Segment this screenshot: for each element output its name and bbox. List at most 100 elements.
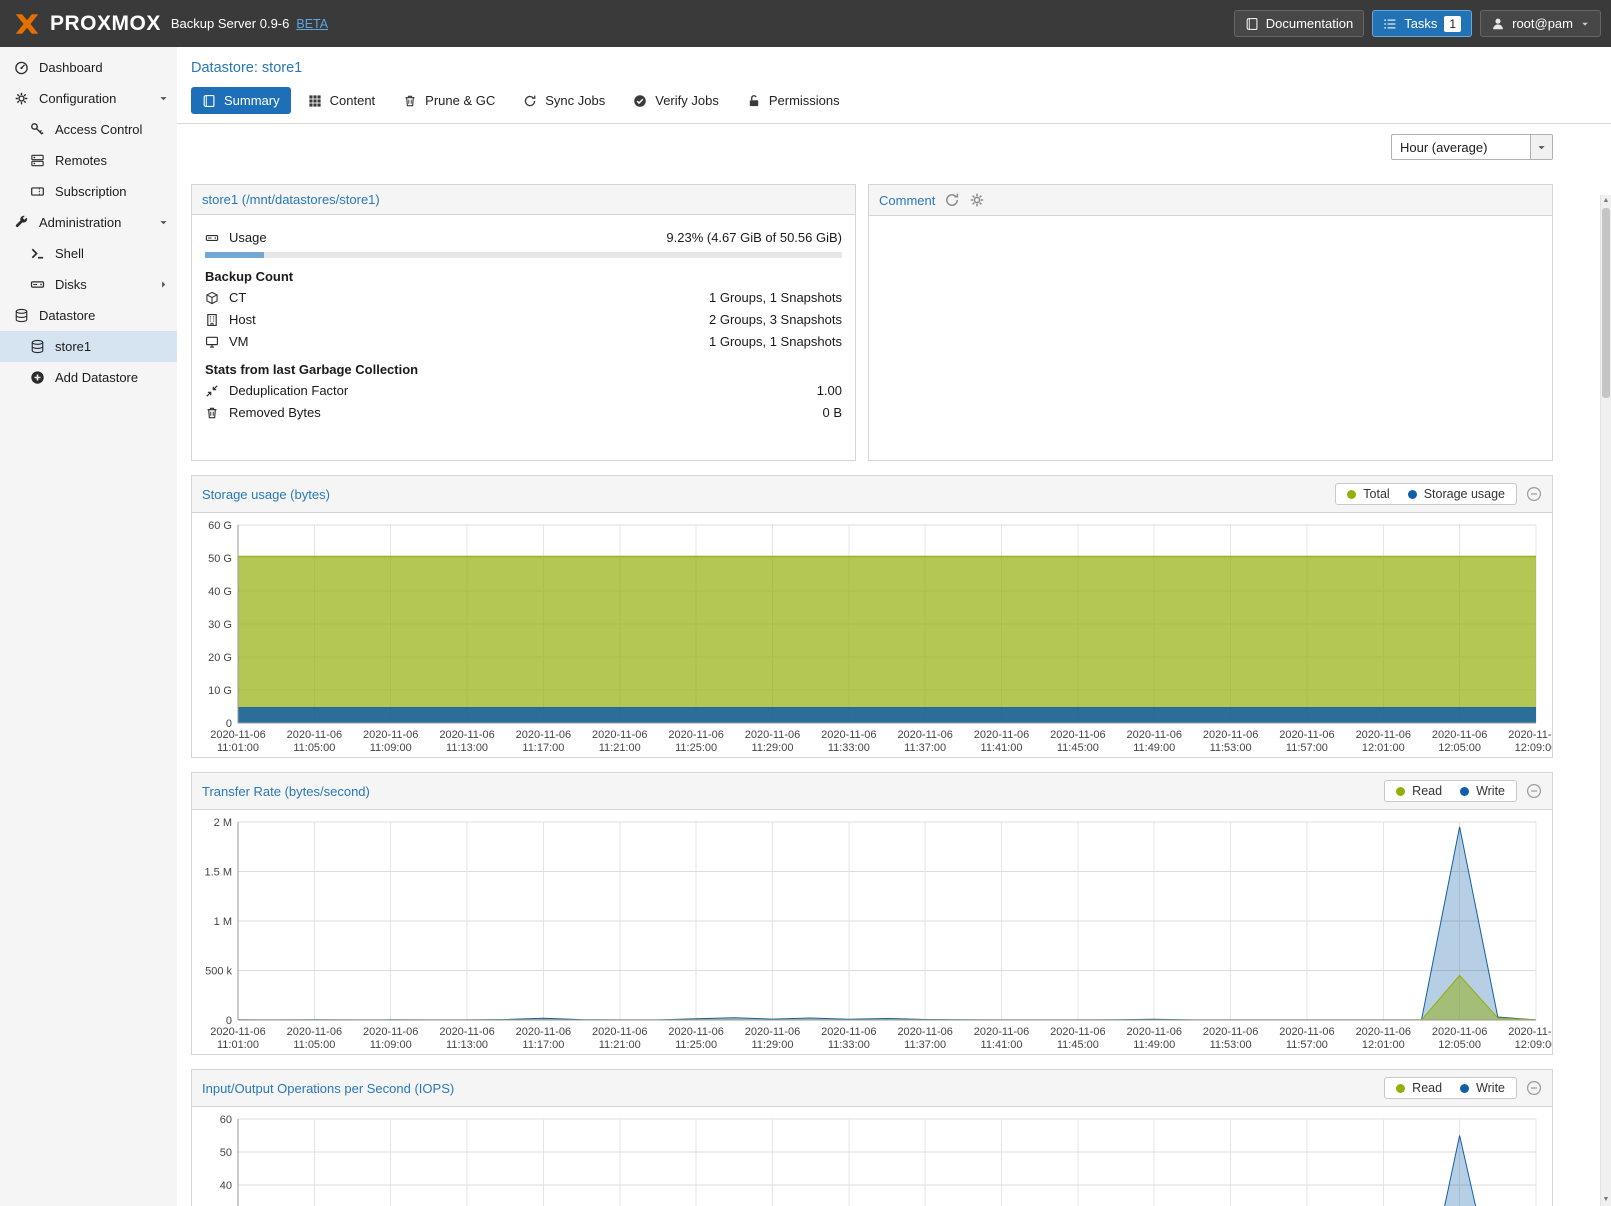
dedup-value: 1.00 bbox=[817, 383, 842, 398]
grid-icon bbox=[308, 94, 322, 108]
svg-text:2020-11-06: 2020-11-06 bbox=[592, 729, 647, 741]
chevron-down-icon[interactable] bbox=[158, 93, 169, 104]
svg-text:50: 50 bbox=[220, 1147, 232, 1159]
tab-permissions[interactable]: Permissions bbox=[736, 87, 851, 114]
svg-text:2020-11-06: 2020-11-06 bbox=[1127, 729, 1182, 741]
svg-text:2020-11-06: 2020-11-06 bbox=[439, 1026, 494, 1038]
vm-value: 1 Groups, 1 Snapshots bbox=[709, 334, 842, 349]
user-label: root@pam bbox=[1512, 16, 1573, 31]
svg-text:2020-11-06: 2020-11-06 bbox=[287, 1026, 342, 1038]
svg-text:12:09:00: 12:09:00 bbox=[1515, 742, 1552, 754]
vertical-scrollbar[interactable]: ▲ ▼ bbox=[1600, 195, 1611, 1206]
refresh-icon[interactable] bbox=[944, 192, 960, 208]
svg-text:11:17:00: 11:17:00 bbox=[522, 742, 564, 754]
svg-text:2020-11-06: 2020-11-06 bbox=[287, 729, 342, 741]
key-icon bbox=[30, 122, 46, 137]
svg-text:2020-11-06: 2020-11-06 bbox=[1050, 1026, 1105, 1038]
legend-item-read[interactable]: Read bbox=[1396, 1081, 1442, 1095]
tab-prune-gc[interactable]: Prune & GC bbox=[392, 87, 506, 114]
svg-text:11:05:00: 11:05:00 bbox=[293, 742, 335, 754]
sidebar-item-remotes[interactable]: Remotes bbox=[0, 145, 177, 176]
tasks-button[interactable]: Tasks 1 bbox=[1372, 10, 1472, 37]
legend-item-total[interactable]: Total bbox=[1347, 487, 1389, 501]
brand-text: PROXMOX bbox=[50, 12, 161, 36]
host-value: 2 Groups, 3 Snapshots bbox=[709, 312, 842, 327]
sidebar-item-label: Configuration bbox=[39, 91, 116, 106]
combo-trigger[interactable] bbox=[1530, 135, 1552, 159]
terminal-icon bbox=[30, 246, 46, 261]
chart-canvas: 0500 k1 M1.5 M2 M2020-11-0611:01:002020-… bbox=[192, 810, 1552, 1054]
chart-svg: 01020304050602020-11-0611:01:002020-11-0… bbox=[192, 1107, 1552, 1206]
chart-legend: Total Storage usage bbox=[1335, 483, 1517, 505]
svg-text:2020-11-06: 2020-11-06 bbox=[1356, 729, 1411, 741]
time-range-select[interactable]: Hour (average) bbox=[1391, 134, 1553, 160]
scroll-up-arrow[interactable]: ▲ bbox=[1601, 195, 1611, 207]
sidebar-item-configuration[interactable]: Configuration bbox=[0, 83, 177, 114]
chevron-right-icon[interactable] bbox=[158, 279, 169, 290]
svg-text:2020-11-06: 2020-11-06 bbox=[363, 729, 418, 741]
svg-text:2020-11-06: 2020-11-06 bbox=[363, 1026, 418, 1038]
chart-svg: 010 G20 G30 G40 G50 G60 G2020-11-0611:01… bbox=[192, 513, 1552, 757]
tab-content[interactable]: Content bbox=[297, 87, 387, 114]
scrollbar-thumb[interactable] bbox=[1602, 208, 1610, 398]
sidebar-item-add-datastore[interactable]: Add Datastore bbox=[0, 362, 177, 393]
svg-text:11:21:00: 11:21:00 bbox=[599, 742, 641, 754]
svg-text:11:41:00: 11:41:00 bbox=[981, 1039, 1023, 1051]
legend-item-write[interactable]: Write bbox=[1460, 1081, 1505, 1095]
svg-text:2020-11-06: 2020-11-06 bbox=[1279, 1026, 1334, 1038]
svg-text:2020-11-06: 2020-11-06 bbox=[1356, 1026, 1411, 1038]
transfer-rate-chart-panel: Transfer Rate (bytes/second) ReadWrite 0… bbox=[191, 772, 1553, 1055]
minus-circle-icon[interactable] bbox=[1526, 783, 1542, 799]
trash-icon bbox=[403, 94, 417, 108]
svg-text:2020-11-06: 2020-11-06 bbox=[1432, 729, 1487, 741]
tab-sync-jobs[interactable]: Sync Jobs bbox=[512, 87, 616, 114]
svg-text:11:57:00: 11:57:00 bbox=[1286, 1039, 1328, 1051]
minus-circle-icon[interactable] bbox=[1526, 486, 1542, 502]
chart-svg: 0500 k1 M1.5 M2 M2020-11-0611:01:002020-… bbox=[192, 810, 1552, 1054]
sidebar-item-shell[interactable]: Shell bbox=[0, 238, 177, 269]
comment-body[interactable] bbox=[869, 216, 1552, 236]
gc-stats-title: Stats from last Garbage Collection bbox=[205, 362, 842, 377]
gear-icon[interactable] bbox=[969, 192, 985, 208]
svg-text:11:01:00: 11:01:00 bbox=[217, 742, 259, 754]
sidebar-item-store1[interactable]: store1 bbox=[0, 331, 177, 362]
tachometer-icon bbox=[14, 60, 30, 75]
legend-item-write[interactable]: Write bbox=[1460, 784, 1505, 798]
removed-bytes-value: 0 B bbox=[822, 405, 842, 420]
chart-canvas: 01020304050602020-11-0611:01:002020-11-0… bbox=[192, 1107, 1552, 1206]
legend-item-storage-usage[interactable]: Storage usage bbox=[1408, 487, 1505, 501]
building-icon bbox=[205, 313, 221, 327]
comment-panel: Comment bbox=[868, 184, 1553, 461]
tasks-label: Tasks bbox=[1404, 16, 1437, 31]
beta-link[interactable]: BETA bbox=[296, 17, 328, 31]
svg-text:50 G: 50 G bbox=[208, 553, 232, 565]
user-menu-button[interactable]: root@pam bbox=[1480, 10, 1601, 37]
book-icon bbox=[1245, 17, 1259, 31]
sidebar-item-access-control[interactable]: Access Control bbox=[0, 114, 177, 145]
cube-icon bbox=[205, 291, 221, 305]
documentation-button[interactable]: Documentation bbox=[1234, 10, 1364, 37]
tab-summary[interactable]: Summary bbox=[191, 87, 291, 114]
sidebar-item-subscription[interactable]: Subscription bbox=[0, 176, 177, 207]
sidebar-item-dashboard[interactable]: Dashboard bbox=[0, 52, 177, 83]
legend-item-read[interactable]: Read bbox=[1396, 784, 1442, 798]
app-header: PROXMOX Backup Server 0.9-6 BETA Documen… bbox=[0, 0, 1611, 47]
sidebar-item-datastore[interactable]: Datastore bbox=[0, 300, 177, 331]
svg-text:11:01:00: 11:01:00 bbox=[217, 1039, 259, 1051]
sidebar-item-label: Access Control bbox=[55, 122, 142, 137]
svg-text:12:01:00: 12:01:00 bbox=[1362, 742, 1405, 754]
dedup-row: Deduplication Factor 1.00 bbox=[205, 381, 842, 400]
svg-text:2020-11-06: 2020-11-06 bbox=[1508, 1026, 1552, 1038]
svg-text:2020-11-06: 2020-11-06 bbox=[821, 1026, 876, 1038]
minus-circle-icon[interactable] bbox=[1526, 1080, 1542, 1096]
svg-text:11:49:00: 11:49:00 bbox=[1133, 1039, 1175, 1051]
chevron-down-icon[interactable] bbox=[158, 217, 169, 228]
sidebar-item-disks[interactable]: Disks bbox=[0, 269, 177, 300]
tab-verify-jobs[interactable]: Verify Jobs bbox=[622, 87, 730, 114]
svg-text:2020-11-06: 2020-11-06 bbox=[821, 729, 876, 741]
scroll-down-arrow[interactable]: ▼ bbox=[1601, 1194, 1611, 1206]
ct-label: CT bbox=[229, 290, 246, 305]
product-version: Backup Server 0.9-6 bbox=[171, 16, 290, 31]
proxmox-logo-icon bbox=[10, 9, 44, 39]
sidebar-item-administration[interactable]: Administration bbox=[0, 207, 177, 238]
